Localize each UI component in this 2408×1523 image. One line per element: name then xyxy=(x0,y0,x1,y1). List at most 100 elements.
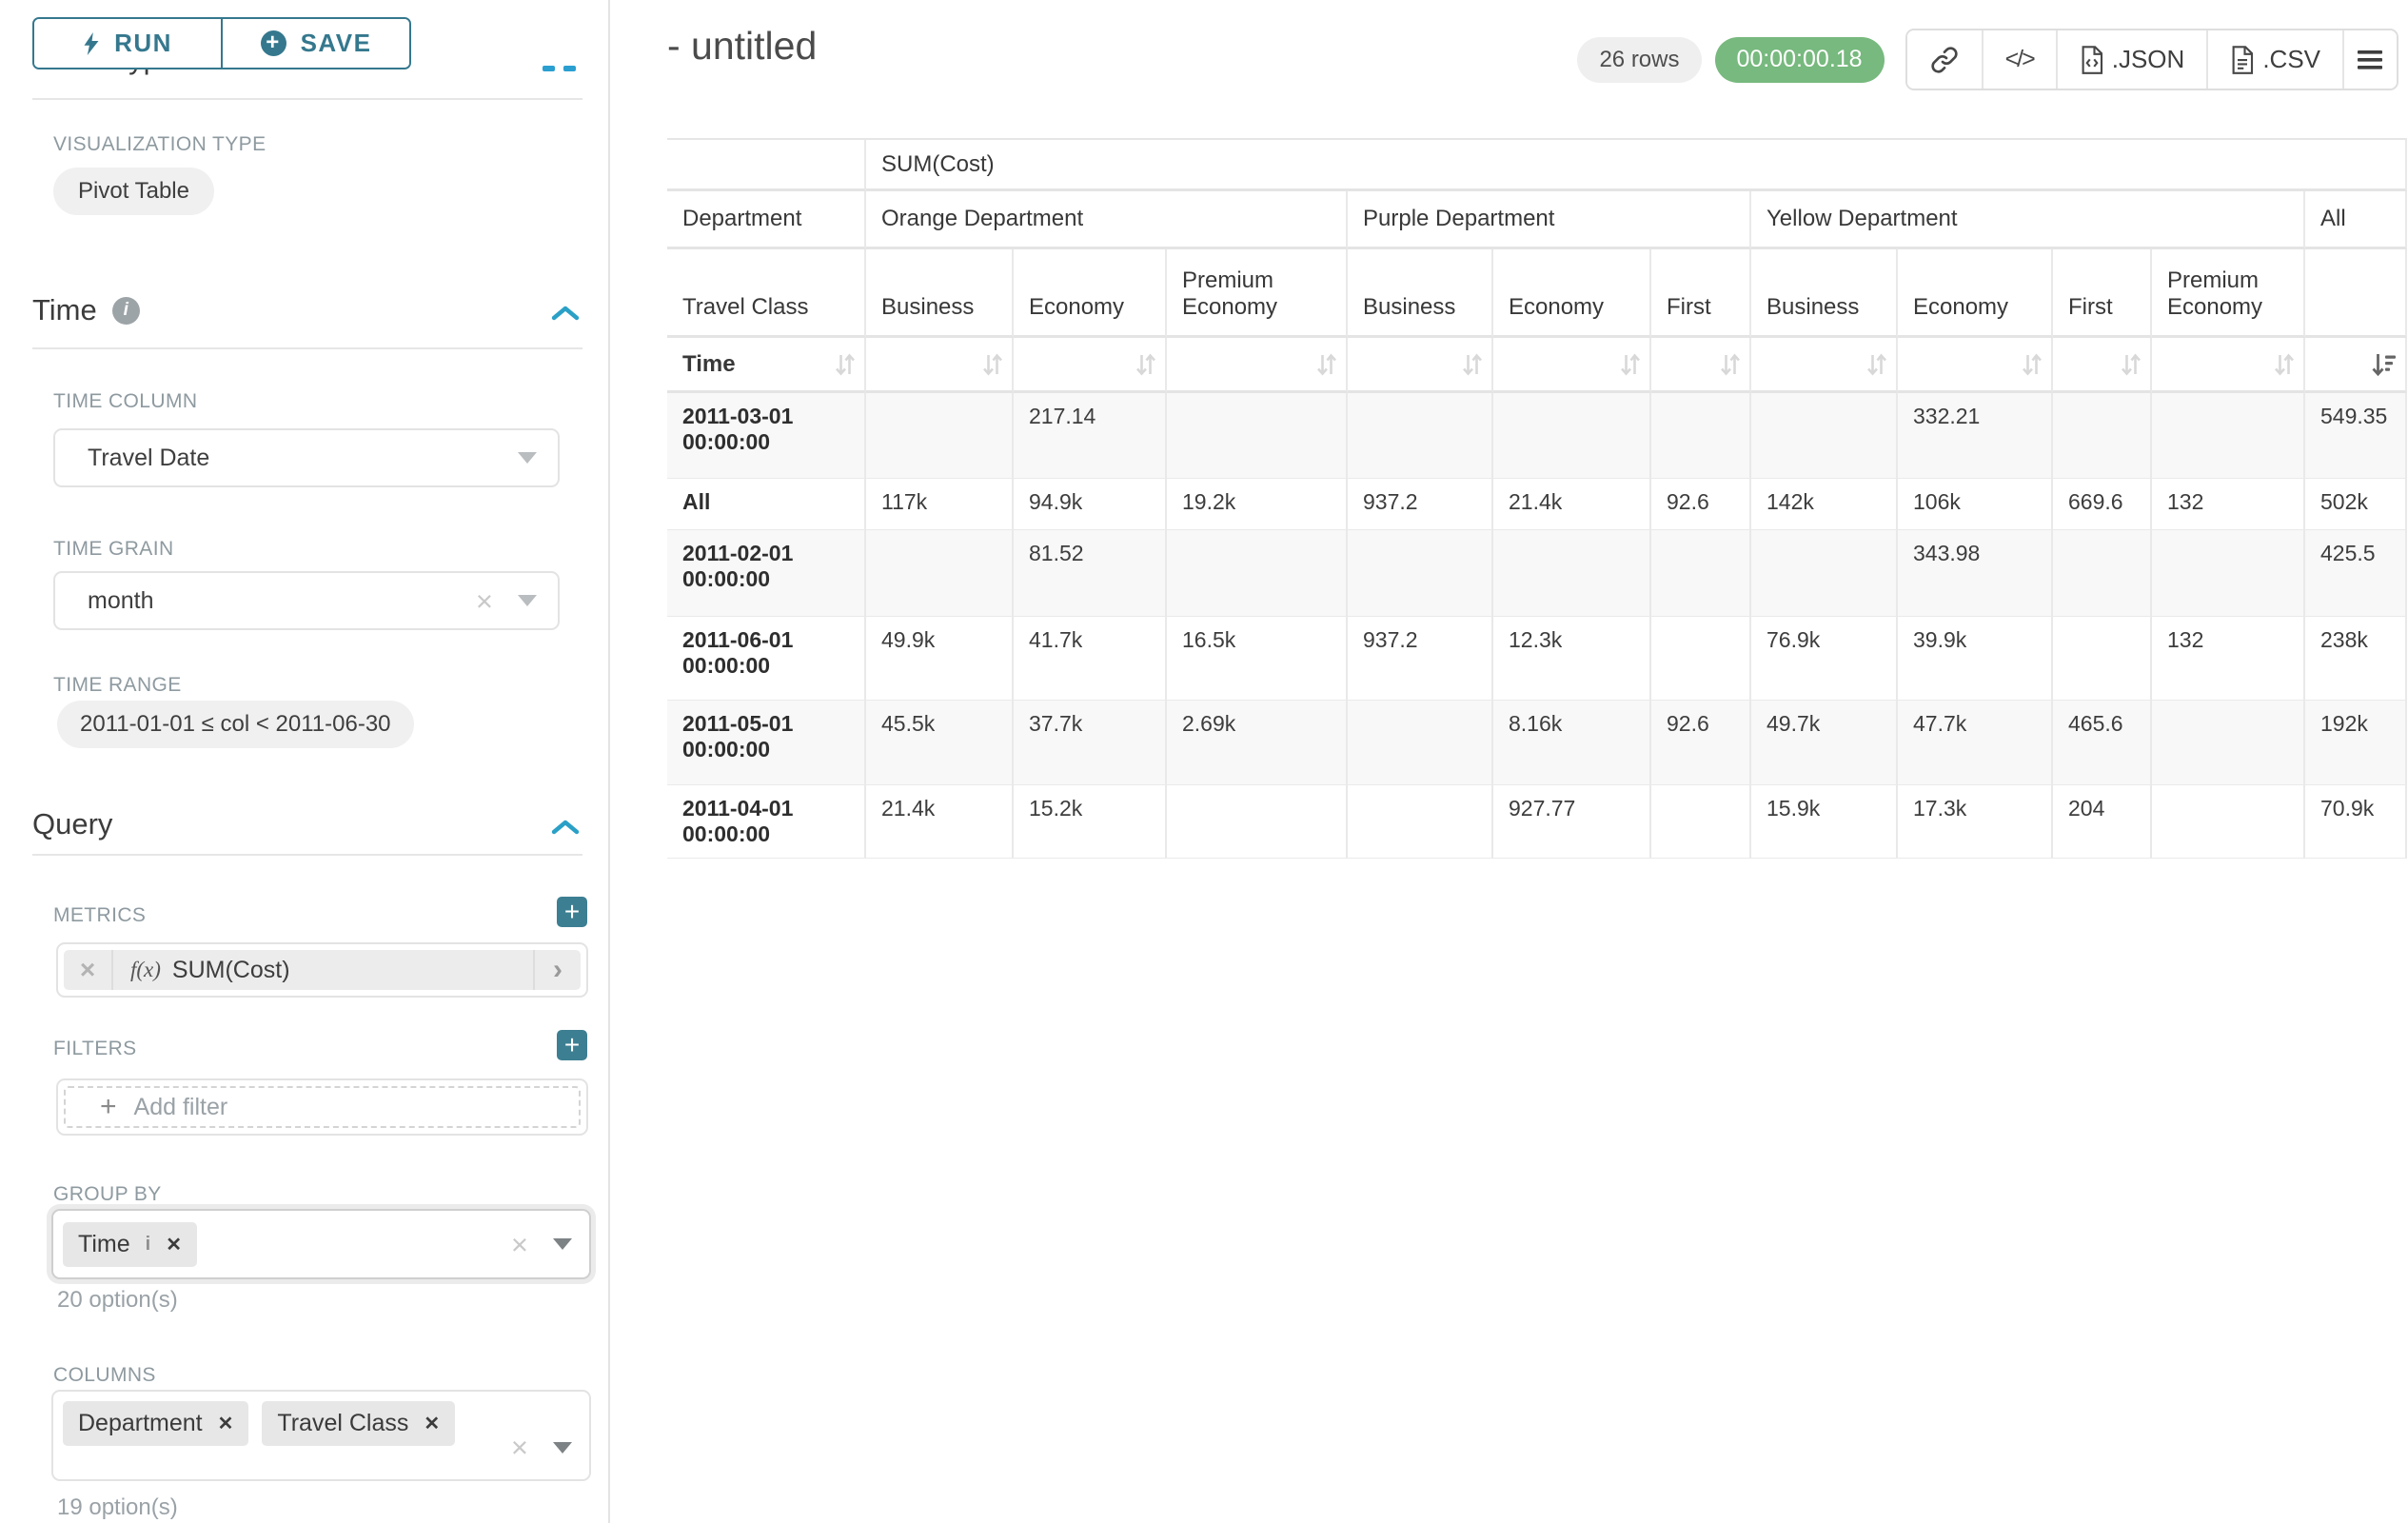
remove-metric-icon[interactable]: × xyxy=(64,950,113,990)
sort-desc-icon xyxy=(2371,352,2397,377)
remove-tag-icon[interactable]: ✕ xyxy=(166,1233,182,1256)
run-button-label: RUN xyxy=(114,29,172,58)
chevron-right-icon[interactable]: › xyxy=(533,950,581,990)
travel-class-header: First xyxy=(1651,249,1751,338)
row-header: 2011-03-01 00:00:00 xyxy=(667,393,866,479)
sort-column-cell[interactable] xyxy=(1493,338,1651,393)
value-cell xyxy=(1493,393,1651,479)
travel-class-header: Economy xyxy=(1898,249,2053,338)
sort-column-cell[interactable] xyxy=(2152,338,2305,393)
page-title: - untitled xyxy=(667,24,817,69)
clear-icon[interactable]: × xyxy=(476,586,493,616)
section-divider xyxy=(32,347,582,349)
time-column-select[interactable]: Travel Date xyxy=(53,428,560,487)
time-grain-select[interactable]: month × xyxy=(53,571,560,630)
run-save-group: RUN + SAVE xyxy=(32,17,411,69)
chevron-down-icon xyxy=(518,452,537,464)
value-cell: 332.21 xyxy=(1898,393,2053,479)
time-column-label: TIME COLUMN xyxy=(53,390,197,413)
travel-class-header: Business xyxy=(866,249,1014,338)
columns-select[interactable]: Department ✕ Travel Class ✕ × xyxy=(51,1390,591,1481)
section-divider xyxy=(32,854,582,856)
time-range-pill[interactable]: 2011-01-01 ≤ col < 2011-06-30 xyxy=(57,701,414,748)
group-by-tag[interactable]: Time i ✕ xyxy=(63,1222,197,1267)
add-filter-plus-button[interactable]: + xyxy=(557,1030,587,1060)
columns-tag[interactable]: Travel Class ✕ xyxy=(262,1401,455,1446)
sort-column-cell[interactable] xyxy=(866,338,1014,393)
value-cell: 45.5k xyxy=(866,701,1014,785)
value-cell: 465.6 xyxy=(2053,701,2152,785)
value-cell xyxy=(1348,785,1493,859)
sort-icon xyxy=(2022,352,2043,377)
export-csv-label: .CSV xyxy=(2262,45,2320,74)
row-dim-header[interactable]: Time xyxy=(667,338,866,393)
travel-class-header: Economy xyxy=(1493,249,1651,338)
sort-column-cell[interactable] xyxy=(1898,338,2053,393)
remove-tag-icon[interactable]: ✕ xyxy=(424,1412,440,1435)
sort-icon xyxy=(1866,352,1887,377)
time-section-heading: Time i xyxy=(32,293,140,327)
run-button[interactable]: RUN xyxy=(34,19,223,68)
sort-column-cell[interactable] xyxy=(1348,338,1493,393)
menu-button[interactable] xyxy=(2344,30,2397,89)
value-cell: 927.77 xyxy=(1493,785,1651,859)
export-csv-button[interactable]: .CSV xyxy=(2208,30,2344,89)
sort-column-cell[interactable] xyxy=(1751,338,1898,393)
function-icon: f(x) xyxy=(130,958,161,982)
value-cell: 549.35 xyxy=(2305,393,2407,479)
columns-options-hint: 19 option(s) xyxy=(57,1494,178,1521)
row-header: 2011-05-01 00:00:00 xyxy=(667,701,866,785)
sort-column-cell[interactable] xyxy=(2305,338,2407,393)
info-icon: i xyxy=(112,297,140,325)
add-filter-button[interactable]: + Add filter xyxy=(64,1086,581,1128)
columns-tag[interactable]: Department ✕ xyxy=(63,1401,248,1446)
metrics-label: METRICS xyxy=(53,904,146,927)
sort-column-cell[interactable] xyxy=(1167,338,1348,393)
travel-class-header: Economy xyxy=(1014,249,1167,338)
value-cell: 238k xyxy=(2305,617,2407,701)
share-link-button[interactable] xyxy=(1907,30,1984,89)
value-cell xyxy=(2053,617,2152,701)
code-icon: </> xyxy=(2005,46,2034,73)
value-cell: 937.2 xyxy=(1348,617,1493,701)
chevron-up-icon[interactable] xyxy=(550,305,581,322)
plus-circle-icon: + xyxy=(261,30,286,56)
columns-tag-label: Department xyxy=(78,1410,203,1437)
clear-icon[interactable]: × xyxy=(511,1230,528,1259)
group-by-label: GROUP BY xyxy=(53,1183,162,1206)
value-cell xyxy=(1348,701,1493,785)
viz-type-pill[interactable]: Pivot Table xyxy=(53,168,214,215)
value-cell xyxy=(866,393,1014,479)
clipped-info-icon xyxy=(543,66,555,71)
value-cell: 49.9k xyxy=(866,617,1014,701)
remove-tag-icon[interactable]: ✕ xyxy=(218,1412,234,1435)
sort-icon xyxy=(835,352,856,377)
travel-class-header: Business xyxy=(1348,249,1493,338)
save-button[interactable]: + SAVE xyxy=(223,19,409,68)
value-cell: 21.4k xyxy=(1493,479,1651,530)
link-icon xyxy=(1929,45,1960,75)
time-range-label: TIME RANGE xyxy=(53,674,182,697)
lightning-icon xyxy=(83,31,100,56)
travel-class-header: Premium Economy xyxy=(1167,249,1348,338)
export-json-button[interactable]: .JSON xyxy=(2058,30,2209,89)
value-cell: 142k xyxy=(1751,479,1898,530)
value-cell xyxy=(1348,530,1493,617)
group-by-select[interactable]: Time i ✕ × xyxy=(51,1209,591,1279)
value-cell: 132 xyxy=(2152,479,2305,530)
query-section-title: Query xyxy=(32,807,112,841)
info-icon: i xyxy=(146,1234,151,1256)
group-by-options-hint: 20 option(s) xyxy=(57,1287,178,1314)
value-cell xyxy=(2152,393,2305,479)
add-metric-button[interactable]: + xyxy=(557,897,587,927)
sort-column-cell[interactable] xyxy=(2053,338,2152,393)
value-cell: 47.7k xyxy=(1898,701,2053,785)
sort-column-cell[interactable] xyxy=(1014,338,1167,393)
metric-pill[interactable]: × f(x) SUM(Cost) › xyxy=(64,950,581,990)
value-cell: 132 xyxy=(2152,617,2305,701)
clear-icon[interactable]: × xyxy=(511,1433,528,1462)
embed-code-button[interactable]: </> xyxy=(1984,30,2058,89)
chevron-up-icon[interactable] xyxy=(550,819,581,836)
value-cell xyxy=(1751,393,1898,479)
sort-column-cell[interactable] xyxy=(1651,338,1751,393)
